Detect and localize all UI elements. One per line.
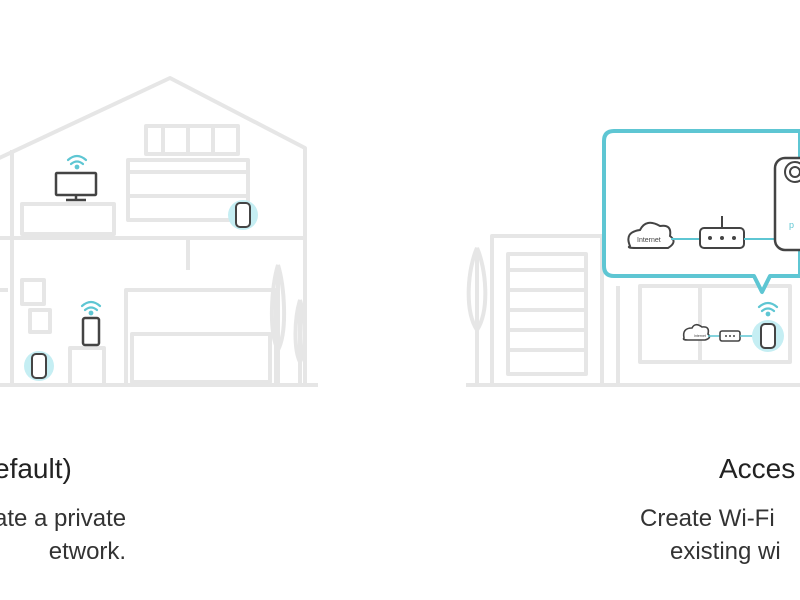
illustrations: Internet Internet p bbox=[0, 76, 800, 387]
access-point-mode-description-line1: Create Wi-Fi bbox=[640, 505, 775, 532]
callout-bubble: Internet p bbox=[602, 129, 800, 294]
wifi-icon bbox=[80, 300, 102, 316]
mini-internet-label: Internet bbox=[694, 334, 706, 338]
tree-illustration bbox=[269, 264, 307, 385]
tree-illustration bbox=[466, 247, 488, 385]
phone-icon bbox=[81, 316, 101, 347]
mode-selection-screen: Internet Internet p efault) ate a privat… bbox=[0, 0, 800, 600]
access-point-mode-title[interactable]: Acces bbox=[719, 455, 795, 483]
deco-unit-icon bbox=[24, 351, 54, 381]
wifi-icon bbox=[757, 301, 779, 317]
mini-network-diagram: Internet bbox=[682, 323, 756, 342]
callout-internet-label: Internet bbox=[637, 237, 661, 244]
router-mode-house-illustration[interactable] bbox=[0, 76, 318, 387]
access-point-mode-description: Create Wi-Fi existing wi bbox=[640, 502, 781, 568]
router-mode-description: ate a private etwork. bbox=[0, 502, 126, 568]
router-mode-description-line2: etwork. bbox=[48, 538, 127, 565]
deco-unit-icon bbox=[752, 320, 784, 352]
router-mode-title[interactable]: efault) bbox=[0, 455, 72, 483]
tv-icon bbox=[54, 171, 98, 202]
svg-text:p: p bbox=[789, 220, 794, 230]
wifi-icon bbox=[66, 154, 88, 170]
access-point-mode-description-line2: existing wi bbox=[670, 538, 781, 565]
router-mode-description-line1: ate a private bbox=[0, 505, 127, 532]
deco-unit-icon bbox=[228, 200, 258, 230]
